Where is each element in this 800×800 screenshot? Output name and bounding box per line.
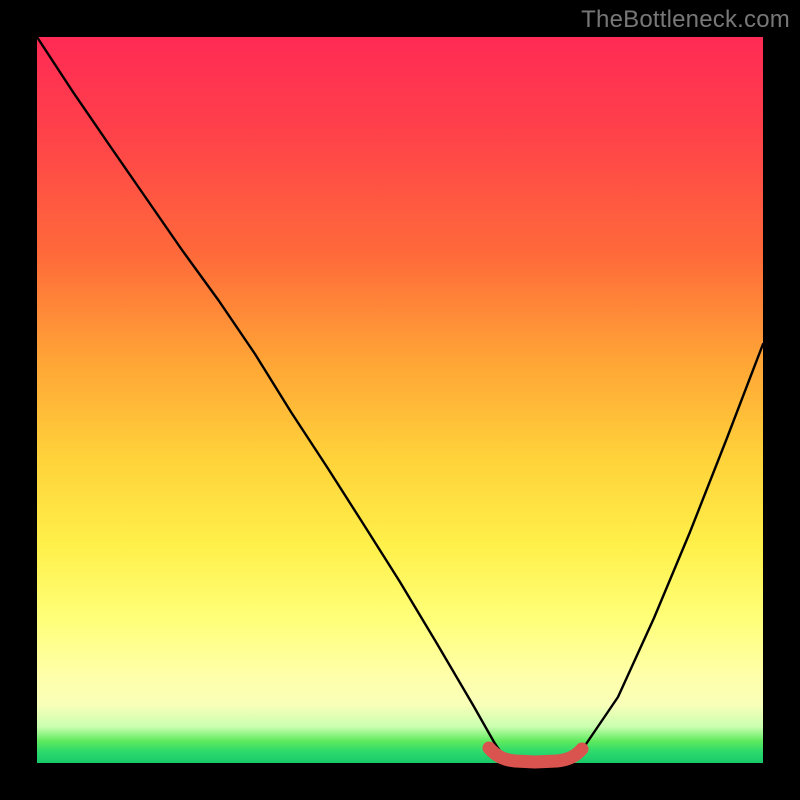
bottleneck-curve-path: [37, 37, 763, 763]
curve-svg: [37, 37, 763, 763]
watermark-text: TheBottleneck.com: [581, 6, 790, 34]
plot-area: [37, 37, 763, 763]
valley-highlight-path: [489, 748, 582, 762]
chart-frame: TheBottleneck.com: [0, 0, 800, 800]
